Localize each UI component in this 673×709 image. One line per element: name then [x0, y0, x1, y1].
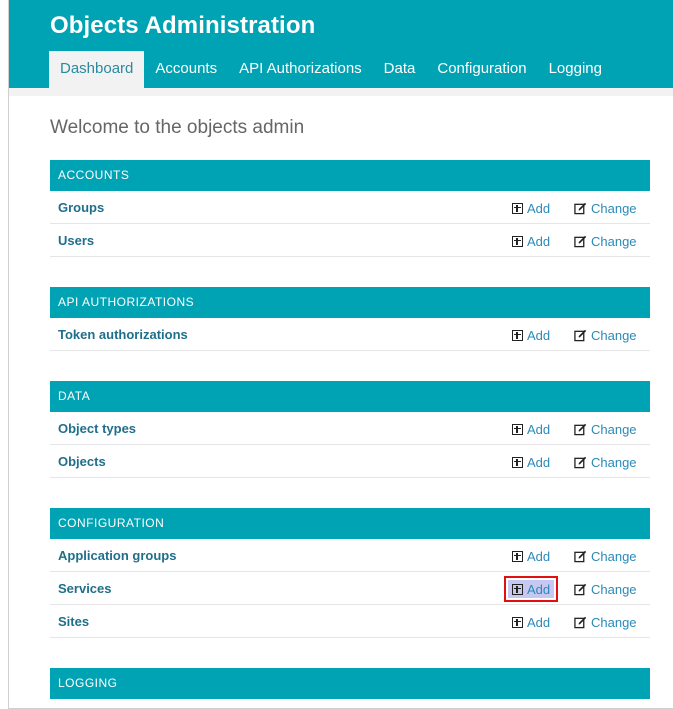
- module-data: DATA Object types Add Change Objects Add…: [50, 381, 650, 478]
- change-label: Change: [591, 233, 637, 249]
- admin-frame: Objects Administration Dashboard Account…: [8, 0, 673, 709]
- add-label: Add: [527, 327, 551, 343]
- site-title[interactable]: Objects Administration: [50, 12, 315, 40]
- module-configuration: CONFIGURATION Application groups Add Cha…: [50, 508, 650, 638]
- plus-square-icon: [512, 329, 523, 341]
- add-label: Add: [527, 421, 551, 437]
- plus-square-icon: [512, 583, 523, 595]
- module-logging: LOGGING: [50, 668, 650, 699]
- edit-icon: [574, 423, 587, 435]
- add-label: Add: [527, 200, 551, 216]
- tab-data[interactable]: Data: [373, 51, 427, 88]
- table-row: Sites Add Change: [50, 605, 650, 638]
- row-label-sites[interactable]: Sites: [58, 614, 89, 629]
- add-button-object-types[interactable]: Add: [512, 420, 550, 438]
- change-label: Change: [591, 614, 637, 630]
- table-row: Services Add Change: [50, 572, 650, 605]
- add-label: Add: [527, 233, 551, 249]
- add-label: Add: [527, 548, 551, 564]
- plus-square-icon: [512, 550, 523, 562]
- tab-api-authorizations[interactable]: API Authorizations: [228, 51, 373, 88]
- edit-icon: [574, 329, 587, 341]
- plus-square-icon: [512, 423, 523, 435]
- edit-icon: [574, 616, 587, 628]
- edit-icon: [574, 583, 587, 595]
- tab-logging[interactable]: Logging: [538, 51, 613, 88]
- add-button-sites[interactable]: Add: [512, 613, 550, 631]
- table-row: Groups Add Change: [50, 191, 650, 224]
- tab-configuration[interactable]: Configuration: [426, 51, 537, 88]
- subheader-bar: [9, 88, 673, 96]
- change-button-objects[interactable]: Change: [574, 453, 637, 471]
- add-label: Add: [527, 614, 551, 630]
- edit-icon: [574, 235, 587, 247]
- row-label-objects[interactable]: Objects: [58, 454, 106, 469]
- table-row: Token authorizations Add Change: [50, 318, 650, 351]
- module-header[interactable]: CONFIGURATION: [50, 508, 650, 539]
- add-button-services[interactable]: Add: [503, 576, 559, 602]
- plus-square-icon: [512, 235, 523, 247]
- row-label-groups[interactable]: Groups: [58, 200, 104, 215]
- add-button-application-groups[interactable]: Add: [512, 547, 550, 565]
- edit-icon: [574, 456, 587, 468]
- tab-dashboard[interactable]: Dashboard: [49, 51, 145, 88]
- module-header[interactable]: LOGGING: [50, 668, 650, 699]
- table-row: Users Add Change: [50, 224, 650, 257]
- tab-accounts[interactable]: Accounts: [144, 51, 228, 88]
- add-button-users[interactable]: Add: [512, 232, 550, 250]
- change-label: Change: [591, 581, 637, 597]
- module-header[interactable]: API AUTHORIZATIONS: [50, 287, 650, 318]
- module-api-authorizations: API AUTHORIZATIONS Token authorizations …: [50, 287, 650, 351]
- change-button-users[interactable]: Change: [574, 232, 637, 250]
- edit-icon: [574, 202, 587, 214]
- add-label: Add: [527, 454, 551, 470]
- change-label: Change: [591, 454, 637, 470]
- site-header: Objects Administration Dashboard Account…: [9, 0, 673, 88]
- change-label: Change: [591, 200, 637, 216]
- page-title: Welcome to the objects admin: [50, 117, 305, 138]
- table-row: Object types Add Change: [50, 412, 650, 445]
- change-button-token-authorizations[interactable]: Change: [574, 326, 637, 344]
- row-label-object-types[interactable]: Object types: [58, 421, 136, 436]
- add-button-token-authorizations[interactable]: Add: [512, 326, 550, 344]
- row-label-users[interactable]: Users: [58, 233, 94, 248]
- row-label-application-groups[interactable]: Application groups: [58, 548, 176, 563]
- change-button-application-groups[interactable]: Change: [574, 547, 637, 565]
- table-row: Objects Add Change: [50, 445, 650, 478]
- main-nav: Dashboard Accounts API Authorizations Da…: [49, 51, 613, 88]
- edit-icon: [574, 550, 587, 562]
- change-button-sites[interactable]: Change: [574, 613, 637, 631]
- change-button-object-types[interactable]: Change: [574, 420, 637, 438]
- row-label-services[interactable]: Services: [58, 581, 112, 596]
- change-button-services[interactable]: Change: [574, 580, 637, 598]
- plus-square-icon: [512, 456, 523, 468]
- change-label: Change: [591, 421, 637, 437]
- change-button-groups[interactable]: Change: [574, 199, 637, 217]
- row-label-token-authorizations[interactable]: Token authorizations: [58, 327, 188, 342]
- change-label: Change: [591, 548, 637, 564]
- add-button-objects[interactable]: Add: [512, 453, 550, 471]
- add-label: Add: [527, 581, 551, 597]
- module-header[interactable]: DATA: [50, 381, 650, 412]
- change-label: Change: [591, 327, 637, 343]
- module-accounts: ACCOUNTS Groups Add Change Users Add Cha…: [50, 160, 650, 257]
- table-row: Application groups Add Change: [50, 539, 650, 572]
- plus-square-icon: [512, 616, 523, 628]
- add-button-groups[interactable]: Add: [512, 199, 550, 217]
- plus-square-icon: [512, 202, 523, 214]
- module-header[interactable]: ACCOUNTS: [50, 160, 650, 191]
